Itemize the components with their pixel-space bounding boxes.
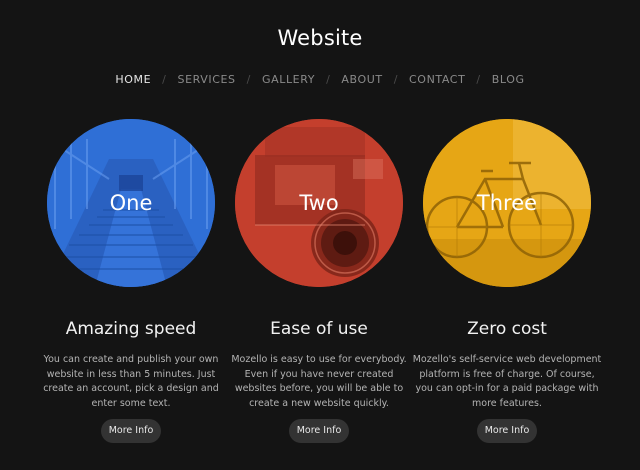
features-section: One Amazing speed You can create and pub… [0,119,640,470]
nav-item-about[interactable]: ABOUT [341,72,382,88]
circle-label: Three [476,191,538,215]
nav-separator: / [326,73,331,86]
circle-label: Two [299,191,339,215]
nav-item-gallery[interactable]: GALLERY [262,72,315,88]
more-info-button[interactable]: More Info [476,419,538,443]
feature-cost: Three Zero cost Mozello's self-service w… [412,119,602,443]
feature-image-circle[interactable]: Three [423,119,591,287]
nav-separator: / [393,73,399,86]
circle-label: One [109,191,153,215]
feature-image-circle[interactable]: Two [235,119,403,287]
feature-title: Ease of use [270,319,368,339]
nav-item-blog[interactable]: BLOG [492,72,525,88]
feature-speed: One Amazing speed You can create and pub… [36,119,226,443]
nav-item-home[interactable]: HOME [115,72,151,88]
feature-image-circle[interactable]: One [47,119,215,287]
more-info-button[interactable]: More Info [100,419,162,443]
feature-title: Zero cost [467,319,547,339]
nav-item-services[interactable]: SERVICES [177,72,235,88]
feature-description: Mozello's self-service web development p… [412,354,602,409]
nav-item-contact[interactable]: CONTACT [409,72,465,88]
feature-title: Amazing speed [65,319,197,339]
nav-separator: / [162,73,167,86]
feature-description: Mozello is easy to use for everybody. Ev… [231,354,407,409]
nav-separator: / [476,73,481,86]
main-nav: HOME / SERVICES / GALLERY / ABOUT / CONT… [0,72,640,88]
nav-separator: / [246,73,251,86]
site-title: Website [277,26,363,50]
feature-description: You can create and publish your own webs… [43,354,219,409]
feature-ease: Two Ease of use Mozello is easy to use f… [224,119,414,443]
page: Website HOME / SERVICES / GALLERY / ABOU… [0,0,640,470]
more-info-button[interactable]: More Info [288,419,350,443]
